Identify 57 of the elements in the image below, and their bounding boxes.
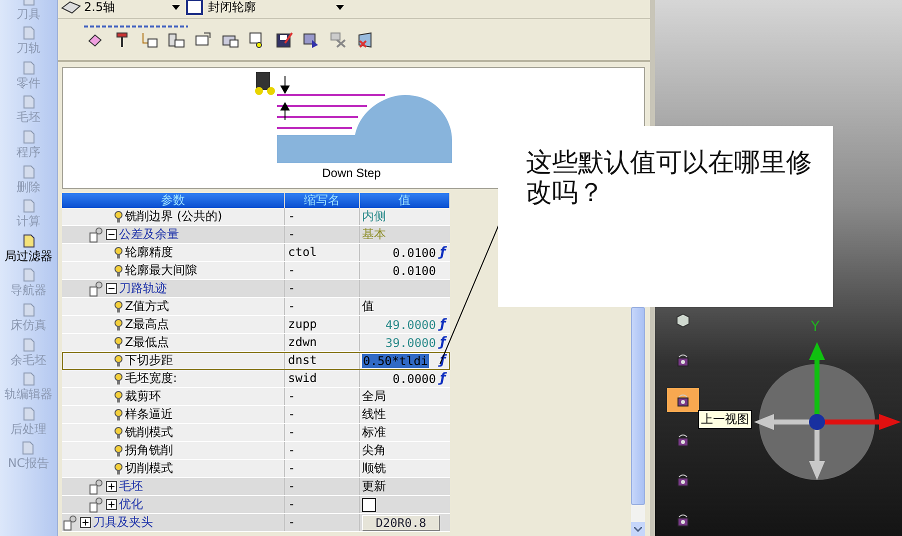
value-text: 尖角 — [362, 442, 386, 459]
parameter-name: Z最高点 — [125, 316, 170, 333]
parameter-name: 轮廓精度 — [125, 244, 173, 261]
abbreviation-text: zupp — [285, 316, 360, 333]
value-text: 0.0000 — [392, 372, 437, 386]
abbreviation-text: zdwn — [285, 334, 360, 351]
parameter-name: 刀具及夹头 — [93, 514, 153, 531]
value-text: 基本 — [362, 226, 386, 243]
parameter-name: 裁剪环 — [125, 388, 161, 405]
parameter-name: 优化 — [119, 496, 143, 513]
value-text: 49.0000 — [384, 318, 437, 332]
parameter-name: 刀路轨迹 — [119, 280, 167, 297]
abbreviation-text: - — [285, 460, 360, 477]
abbreviation-text: - — [285, 406, 360, 423]
parameter-name: Z最低点 — [125, 334, 170, 351]
abbreviation-text: - — [285, 262, 360, 279]
value-text: 0.0100 — [392, 246, 437, 260]
value-text: 内侧 — [362, 208, 386, 225]
parameter-name: Z值方式 — [125, 298, 170, 315]
value-text: 39.0000 — [384, 336, 437, 350]
abbreviation-text: - — [285, 280, 360, 297]
parameter-name: 公差及余量 — [119, 226, 179, 243]
value-text: 线性 — [362, 406, 386, 423]
parameter-name: 毛坯宽度: — [125, 370, 178, 387]
value-text: 值 — [362, 298, 374, 315]
column-header: 参数 — [62, 193, 285, 208]
abbreviation-text: - — [285, 226, 360, 243]
abbreviation-text: - — [285, 388, 360, 405]
value-text: 全局 — [362, 388, 386, 405]
abbreviation-text: - — [285, 208, 360, 225]
column-header: 值 — [360, 193, 450, 208]
value-text: 标准 — [362, 424, 386, 441]
parameter-name: 毛坯 — [119, 478, 143, 495]
abbreviation-text: swid — [285, 370, 360, 387]
abbreviation-text: - — [285, 424, 360, 441]
axis-label: Y — [811, 319, 820, 335]
parameter-name: 下切步距 — [125, 352, 173, 369]
parameter-name: 切削模式 — [125, 460, 173, 477]
abbreviation-text: dnst — [285, 352, 360, 369]
abbreviation-text: - — [285, 478, 360, 495]
tooltip: 上一视图 — [698, 410, 752, 429]
parameter-name: 拐角铣削 — [125, 442, 173, 459]
abbreviation-text: - — [285, 298, 360, 315]
parameter-name: 铣削边界 (公共的) — [125, 208, 222, 225]
parameter-name: 样条逼近 — [125, 406, 173, 423]
abbreviation-text: ctol — [285, 244, 360, 261]
value-text: 更新 — [362, 478, 386, 495]
value-text: 顺铣 — [362, 460, 386, 477]
value-text: 0.0100 — [392, 264, 437, 278]
abbreviation-text: - — [285, 514, 360, 531]
parameter-name: 轮廓最大间隙 — [125, 262, 197, 279]
diagram-caption: Down Step — [322, 166, 381, 180]
parameter-name: 铣削模式 — [125, 424, 173, 441]
abbreviation-text: - — [285, 442, 360, 459]
column-header: 缩写名 — [285, 193, 360, 208]
abbreviation-text: - — [285, 496, 360, 513]
callout-text: 这些默认值可以在哪里修改吗？ — [498, 126, 833, 307]
